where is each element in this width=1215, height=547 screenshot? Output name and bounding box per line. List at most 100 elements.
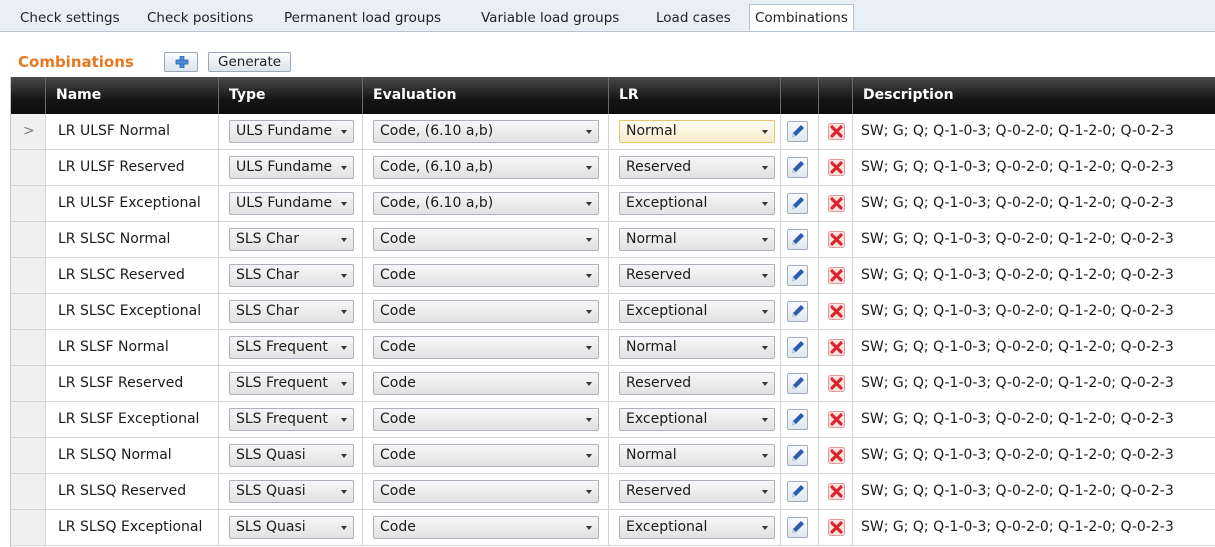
evaluation-dropdown[interactable]: Code [373, 408, 599, 431]
type-dropdown[interactable]: SLS Frequent [229, 408, 354, 431]
lr-dropdown[interactable]: Normal [619, 336, 775, 359]
lr-dropdown[interactable]: Reserved [619, 264, 775, 287]
delete-icon[interactable] [828, 195, 845, 212]
delete-icon[interactable] [828, 519, 845, 536]
header-type[interactable]: Type [219, 77, 363, 114]
description-cell[interactable]: SW; G; Q; Q-1-0-3; Q-0-2-0; Q-1-2-0; Q-0… [853, 438, 1215, 473]
description-cell[interactable]: SW; G; Q; Q-1-0-3; Q-0-2-0; Q-1-2-0; Q-0… [853, 330, 1215, 365]
type-dropdown[interactable]: SLS Char [229, 300, 354, 323]
name-cell[interactable]: LR SLSQ Reserved [46, 474, 219, 509]
name-cell[interactable]: LR SLSF Exceptional [46, 402, 219, 437]
table-row[interactable]: LR SLSF Exceptional SLS Frequent Code Excep… [11, 402, 1215, 438]
description-cell[interactable]: SW; G; Q; Q-1-0-3; Q-0-2-0; Q-1-2-0; Q-0… [853, 258, 1215, 293]
description-cell[interactable]: SW; G; Q; Q-1-0-3; Q-0-2-0; Q-1-2-0; Q-0… [853, 510, 1215, 545]
row-header[interactable] [11, 366, 46, 401]
delete-icon[interactable] [828, 375, 845, 392]
name-cell[interactable]: LR SLSQ Exceptional [46, 510, 219, 545]
evaluation-dropdown[interactable]: Code [373, 444, 599, 467]
evaluation-dropdown[interactable]: Code [373, 480, 599, 503]
evaluation-dropdown[interactable]: Code [373, 336, 599, 359]
tab-combinations[interactable]: Combinations [749, 4, 854, 31]
delete-icon[interactable] [828, 123, 845, 140]
header-description[interactable]: Description [853, 77, 1215, 114]
edit-button[interactable] [787, 193, 808, 214]
type-dropdown[interactable]: ULS Fundame [229, 156, 354, 179]
lr-dropdown[interactable]: Exceptional [619, 516, 775, 539]
row-header[interactable] [11, 186, 46, 221]
tab-check-settings[interactable]: Check settings [15, 6, 125, 30]
header-name[interactable]: Name [46, 77, 219, 114]
row-header[interactable]: > [11, 114, 46, 149]
lr-dropdown[interactable]: Exceptional [619, 192, 775, 215]
header-lr[interactable]: LR [609, 77, 781, 114]
evaluation-dropdown[interactable]: Code [373, 372, 599, 395]
row-header[interactable] [11, 510, 46, 545]
description-cell[interactable]: SW; G; Q; Q-1-0-3; Q-0-2-0; Q-1-2-0; Q-0… [853, 186, 1215, 221]
name-cell[interactable]: LR ULSF Reserved [46, 150, 219, 185]
name-cell[interactable]: LR SLSF Reserved [46, 366, 219, 401]
edit-button[interactable] [787, 157, 808, 178]
edit-button[interactable] [787, 517, 808, 538]
edit-button[interactable] [787, 409, 808, 430]
table-row[interactable]: LR ULSF Exceptional ULS Fundame Code, (6.1… [11, 186, 1215, 222]
lr-dropdown[interactable]: Normal [619, 228, 775, 251]
description-cell[interactable]: SW; G; Q; Q-1-0-3; Q-0-2-0; Q-1-2-0; Q-0… [853, 114, 1215, 149]
row-header[interactable] [11, 294, 46, 329]
description-cell[interactable]: SW; G; Q; Q-1-0-3; Q-0-2-0; Q-1-2-0; Q-0… [853, 150, 1215, 185]
row-header[interactable] [11, 150, 46, 185]
delete-icon[interactable] [828, 483, 845, 500]
type-dropdown[interactable]: SLS Frequent [229, 336, 354, 359]
type-dropdown[interactable]: SLS Quasi [229, 516, 354, 539]
evaluation-dropdown[interactable]: Code, (6.10 a,b) [373, 120, 599, 143]
evaluation-dropdown[interactable]: Code [373, 516, 599, 539]
row-header[interactable] [11, 438, 46, 473]
edit-button[interactable] [787, 265, 808, 286]
name-cell[interactable]: LR SLSF Normal [46, 330, 219, 365]
table-row[interactable]: LR SLSC Normal SLS Char Code Normal SW; G; Q… [11, 222, 1215, 258]
table-row[interactable]: LR SLSQ Reserved SLS Quasi Code Reserved SW;… [11, 474, 1215, 510]
tab-load-cases[interactable]: Load cases [651, 6, 736, 30]
lr-dropdown[interactable]: Reserved [619, 372, 775, 395]
name-cell[interactable]: LR ULSF Exceptional [46, 186, 219, 221]
lr-dropdown[interactable]: Normal [619, 444, 775, 467]
tab-check-positions[interactable]: Check positions [142, 6, 258, 30]
tab-permanent-load-groups[interactable]: Permanent load groups [279, 6, 446, 30]
delete-icon[interactable] [828, 339, 845, 356]
description-cell[interactable]: SW; G; Q; Q-1-0-3; Q-0-2-0; Q-1-2-0; Q-0… [853, 222, 1215, 257]
description-cell[interactable]: SW; G; Q; Q-1-0-3; Q-0-2-0; Q-1-2-0; Q-0… [853, 366, 1215, 401]
lr-dropdown[interactable]: Normal [619, 120, 775, 143]
type-dropdown[interactable]: SLS Char [229, 228, 354, 251]
evaluation-dropdown[interactable]: Code [373, 228, 599, 251]
type-dropdown[interactable]: ULS Fundame [229, 120, 354, 143]
edit-button[interactable] [787, 121, 808, 142]
type-dropdown[interactable]: SLS Quasi [229, 480, 354, 503]
header-evaluation[interactable]: Evaluation [363, 77, 609, 114]
evaluation-dropdown[interactable]: Code, (6.10 a,b) [373, 192, 599, 215]
name-cell[interactable]: LR SLSC Reserved [46, 258, 219, 293]
description-cell[interactable]: SW; G; Q; Q-1-0-3; Q-0-2-0; Q-1-2-0; Q-0… [853, 402, 1215, 437]
table-row[interactable]: LR ULSF Reserved ULS Fundame Code, (6.10 a… [11, 150, 1215, 186]
description-cell[interactable]: SW; G; Q; Q-1-0-3; Q-0-2-0; Q-1-2-0; Q-0… [853, 474, 1215, 509]
row-header[interactable] [11, 330, 46, 365]
lr-dropdown[interactable]: Reserved [619, 156, 775, 179]
evaluation-dropdown[interactable]: Code [373, 264, 599, 287]
name-cell[interactable]: LR SLSC Exceptional [46, 294, 219, 329]
table-row[interactable]: LR SLSC Reserved SLS Char Code Reserved SW; … [11, 258, 1215, 294]
row-header[interactable] [11, 402, 46, 437]
evaluation-dropdown[interactable]: Code [373, 300, 599, 323]
row-header[interactable] [11, 222, 46, 257]
row-header[interactable] [11, 474, 46, 509]
description-cell[interactable]: SW; G; Q; Q-1-0-3; Q-0-2-0; Q-1-2-0; Q-0… [853, 294, 1215, 329]
table-row[interactable]: LR SLSC Exceptional SLS Char Code Exception… [11, 294, 1215, 330]
edit-button[interactable] [787, 373, 808, 394]
type-dropdown[interactable]: SLS Frequent [229, 372, 354, 395]
delete-icon[interactable] [828, 447, 845, 464]
edit-button[interactable] [787, 337, 808, 358]
edit-button[interactable] [787, 481, 808, 502]
generate-button[interactable]: Generate [208, 52, 292, 72]
table-row[interactable]: > LR ULSF Normal ULS Fundame Code, (6.10 a,… [11, 114, 1215, 150]
name-cell[interactable]: LR ULSF Normal [46, 114, 219, 149]
table-row[interactable]: LR SLSQ Normal SLS Quasi Code Normal SW; G; … [11, 438, 1215, 474]
name-cell[interactable]: LR SLSC Normal [46, 222, 219, 257]
type-dropdown[interactable]: SLS Char [229, 264, 354, 287]
